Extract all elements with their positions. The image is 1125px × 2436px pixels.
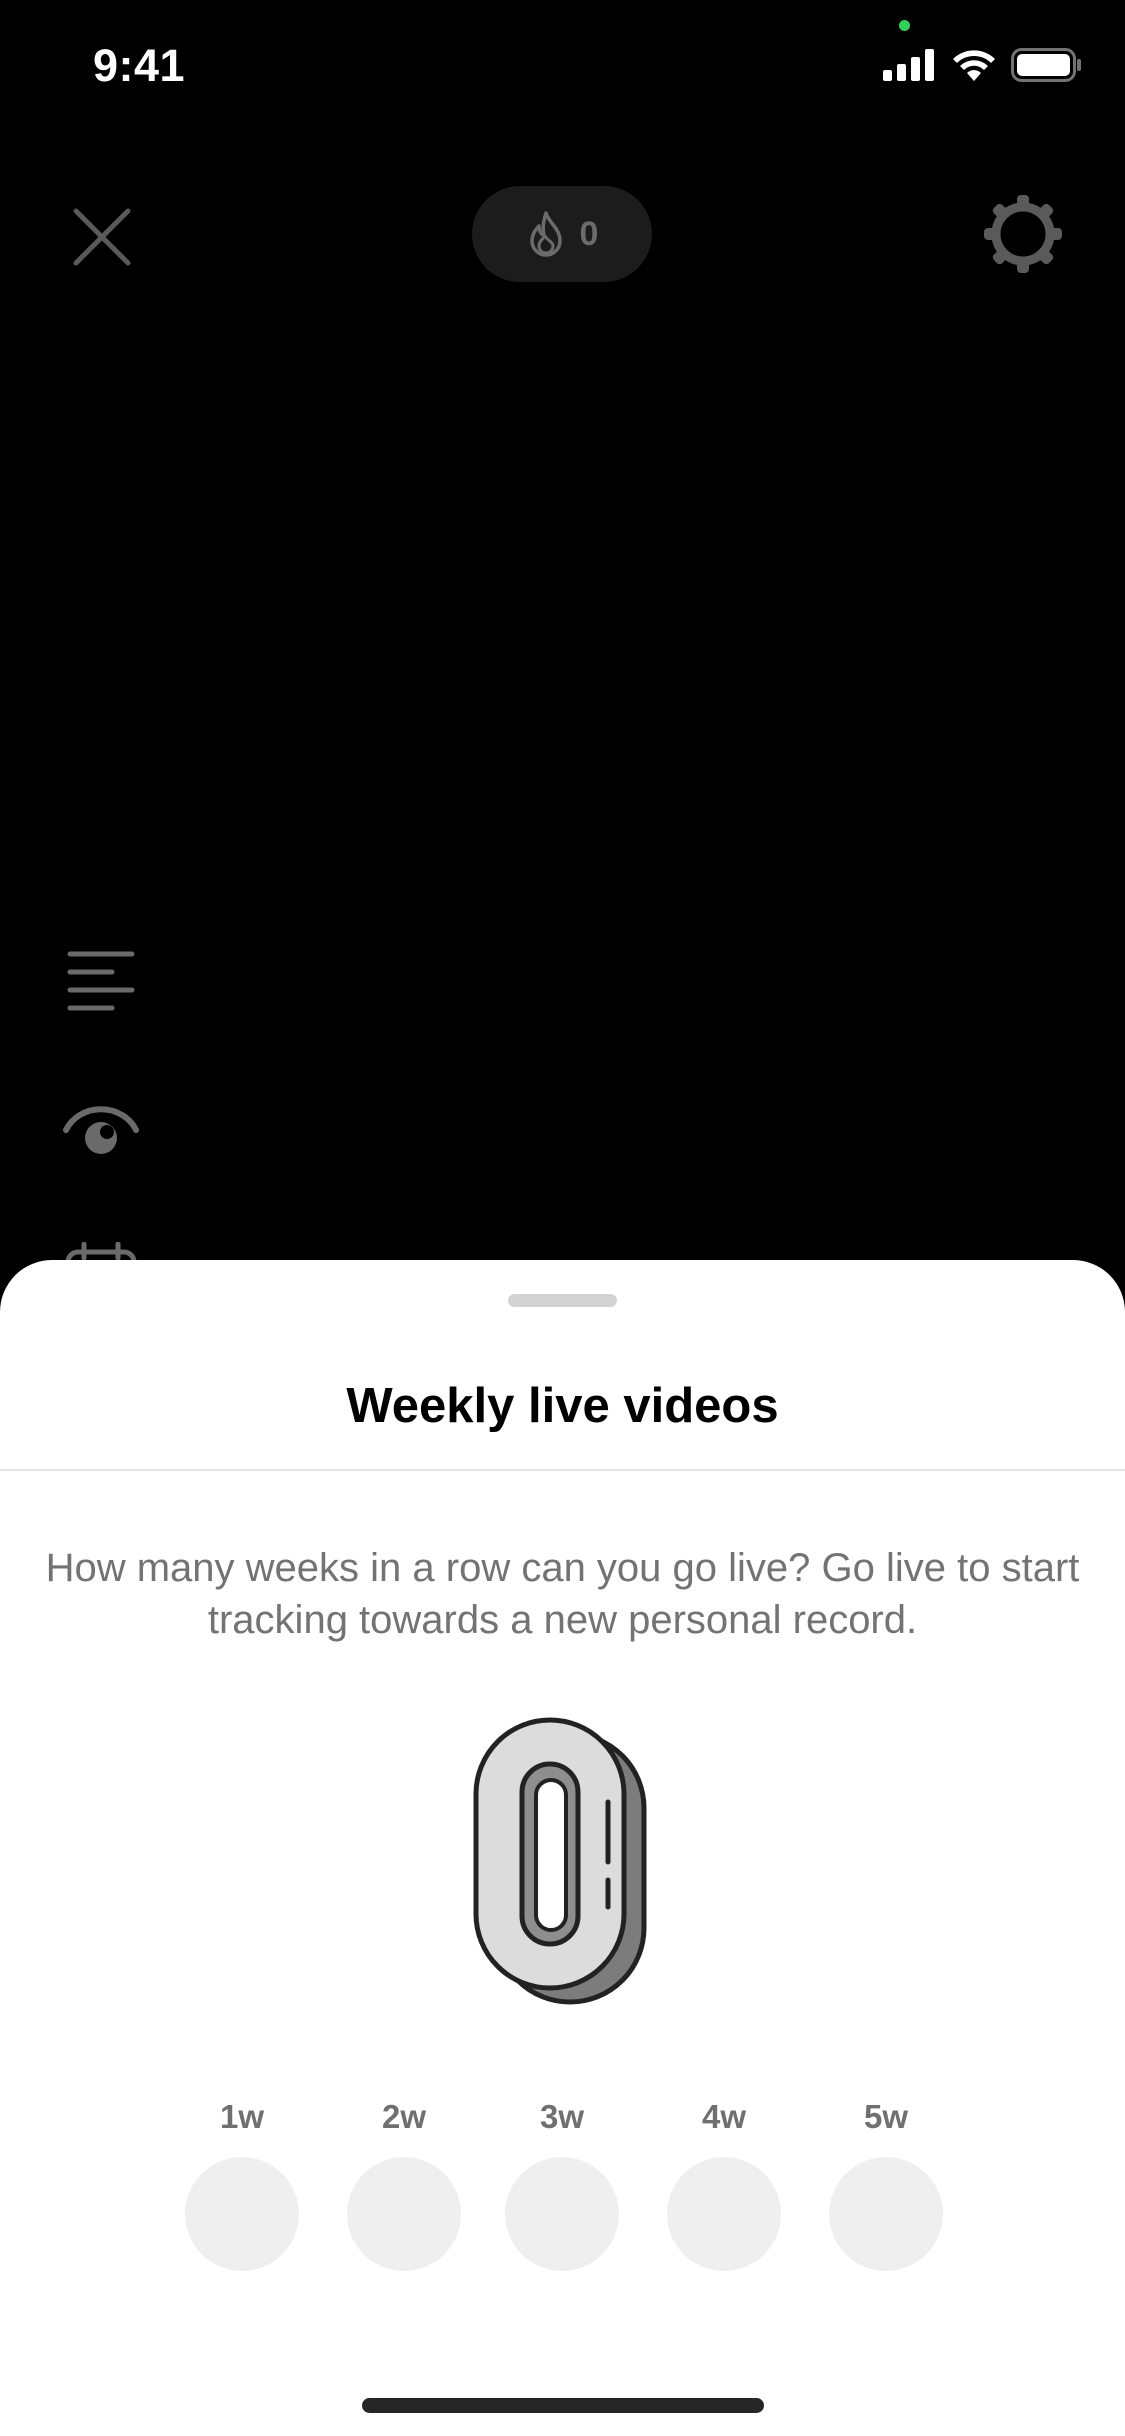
flame-icon bbox=[529, 211, 562, 257]
weeks-progress-row: 1w 2w 3w 4w 5w bbox=[0, 2095, 1125, 2271]
status-time: 9:41 bbox=[93, 40, 186, 91]
sheet-title: Weekly live videos bbox=[346, 1379, 779, 1433]
week-progress-circle bbox=[829, 2157, 943, 2271]
privacy-indicator-dot bbox=[899, 20, 910, 31]
wifi-icon bbox=[953, 50, 995, 81]
zero-badge-icon bbox=[473, 1717, 647, 2005]
text-lines-icon bbox=[67, 951, 135, 1011]
flame-streak-pill[interactable]: 0 bbox=[472, 186, 652, 282]
week-item: 5w bbox=[828, 2095, 944, 2271]
week-progress-circle bbox=[667, 2157, 781, 2271]
battery-icon bbox=[1011, 48, 1081, 82]
eye-icon bbox=[63, 1106, 139, 1154]
week-label: 1w bbox=[219, 2098, 265, 2135]
gear-icon bbox=[984, 195, 1062, 273]
settings-button[interactable] bbox=[982, 193, 1064, 275]
flame-count: 0 bbox=[579, 214, 599, 253]
week-progress-circle bbox=[505, 2157, 619, 2271]
status-bar: 9:41 bbox=[0, 0, 1125, 140]
text-align-tool-button[interactable] bbox=[62, 944, 140, 1022]
week-label: 5w bbox=[863, 2098, 909, 2135]
week-progress-circle bbox=[347, 2157, 461, 2271]
home-indicator[interactable] bbox=[362, 2398, 764, 2413]
week-item: 2w bbox=[346, 2095, 462, 2271]
sheet-divider bbox=[0, 1469, 1125, 1471]
close-icon bbox=[73, 208, 131, 266]
close-button[interactable] bbox=[66, 201, 138, 273]
cellular-signal-icon bbox=[883, 49, 934, 81]
week-label: 3w bbox=[539, 2098, 585, 2135]
week-item: 1w bbox=[184, 2095, 300, 2271]
week-label: 2w bbox=[381, 2098, 427, 2135]
week-item: 4w bbox=[666, 2095, 782, 2271]
week-progress-circle bbox=[185, 2157, 299, 2271]
live-camera-screen: 9:41 0 Weekly live videos How many weeks… bbox=[0, 0, 1125, 2436]
week-label: 4w bbox=[701, 2098, 747, 2135]
status-icons bbox=[883, 48, 1083, 82]
sheet-description: How many weeks in a row can you go live?… bbox=[45, 1546, 1080, 1642]
weekly-live-bottom-sheet: Weekly live videos How many weeks in a r… bbox=[0, 1260, 1125, 2436]
sheet-grabber[interactable] bbox=[508, 1294, 617, 1307]
audience-visibility-button[interactable] bbox=[62, 1100, 140, 1178]
week-item: 3w bbox=[504, 2095, 620, 2271]
